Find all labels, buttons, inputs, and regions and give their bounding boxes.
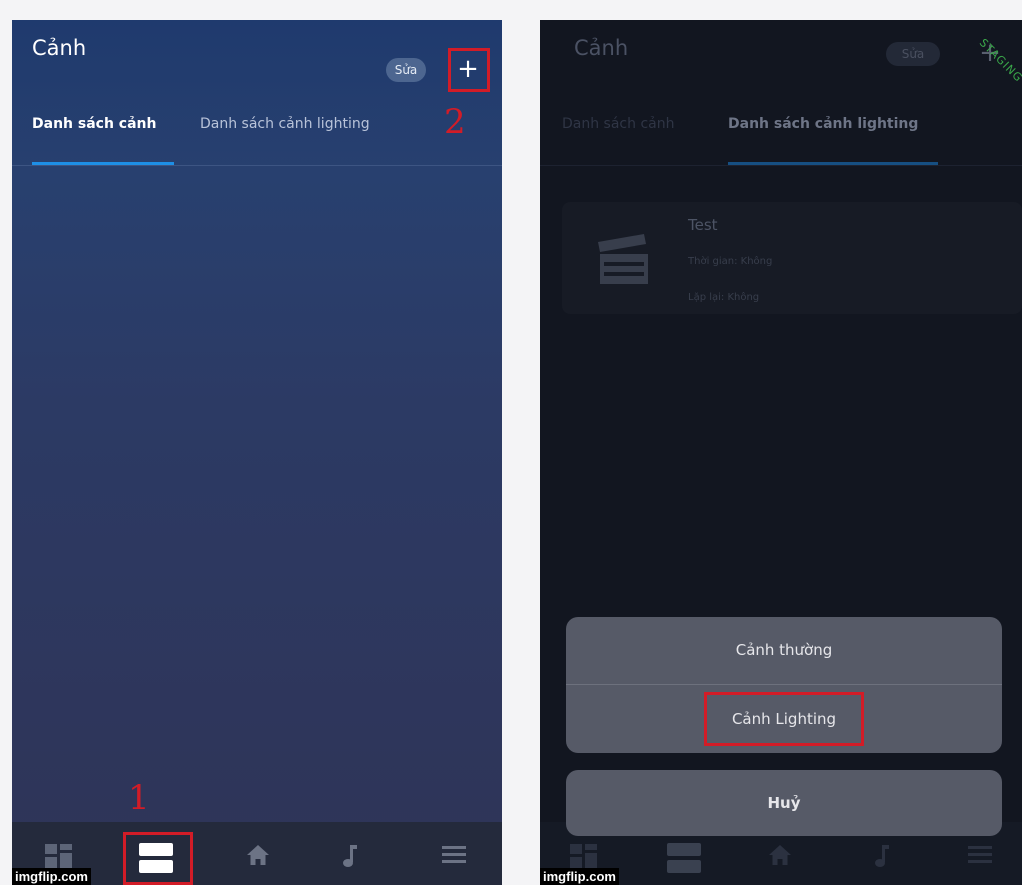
music-icon[interactable]: [874, 844, 890, 868]
tab-lighting-scene-list[interactable]: Danh sách cảnh lighting: [728, 116, 918, 132]
right-screen: Cảnh Sửa + STAGING Danh sách cảnh Danh s…: [540, 20, 1022, 885]
scene-card[interactable]: Test Thời gian: Không Lặp lại: Không: [562, 202, 1022, 314]
tab-scene-list[interactable]: Danh sách cảnh: [32, 116, 156, 132]
scene-repeat: Lặp lại: Không: [688, 292, 760, 303]
clapperboard-icon: [598, 234, 648, 284]
tab-divider: [540, 165, 1022, 166]
option-normal-scene[interactable]: Cảnh thường: [566, 617, 1002, 684]
music-icon[interactable]: [342, 844, 358, 868]
annotation-step-2: 2: [444, 102, 466, 142]
tab-lighting-scene-list[interactable]: Danh sách cảnh lighting: [200, 116, 370, 132]
watermark: imgflip.com: [540, 868, 619, 885]
dashboard-icon[interactable]: [45, 844, 73, 868]
tab-divider: [12, 165, 502, 166]
dashboard-icon[interactable]: [570, 844, 598, 868]
menu-icon[interactable]: [442, 844, 466, 864]
annotation-step-1: 1: [128, 778, 150, 818]
watermark: imgflip.com: [12, 868, 91, 885]
left-screen: Cảnh Sửa + Danh sách cảnh Danh sách cảnh…: [12, 20, 502, 885]
scene-name: Test: [688, 216, 718, 234]
page-title: Cảnh: [32, 36, 87, 60]
scenes-icon[interactable]: [666, 842, 702, 874]
highlight-lighting-option: [704, 692, 864, 746]
home-icon[interactable]: [768, 844, 792, 866]
cancel-button[interactable]: Huỷ: [566, 770, 1002, 836]
highlight-add-button: [448, 48, 490, 92]
tab-scene-list[interactable]: Danh sách cảnh: [562, 116, 674, 132]
scene-time: Thời gian: Không: [688, 256, 773, 267]
edit-button[interactable]: Sửa: [886, 42, 940, 66]
menu-icon[interactable]: [968, 844, 992, 864]
edit-button[interactable]: Sửa: [386, 58, 426, 82]
highlight-scenes-tab: [123, 832, 193, 885]
home-icon[interactable]: [246, 844, 270, 866]
page-title: Cảnh: [574, 36, 629, 60]
